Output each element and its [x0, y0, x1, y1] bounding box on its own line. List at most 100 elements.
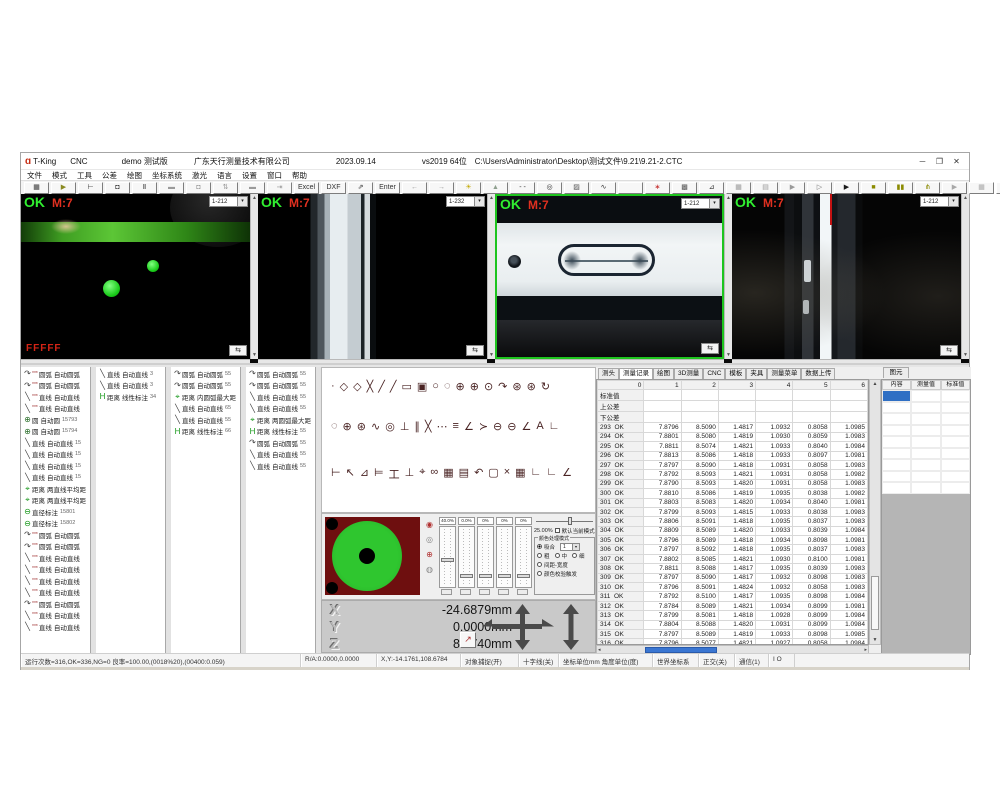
measure-tool-icon[interactable]: × [504, 466, 510, 482]
camera-image-1[interactable]: OKM:71-212▾⇆FFFFF [21, 194, 250, 359]
measure-tool-icon[interactable]: ◇ [340, 380, 348, 393]
chevron-down-icon[interactable]: ▾ [237, 197, 247, 206]
fit-view-icon[interactable]: ⇆ [229, 345, 247, 356]
folder-run-button[interactable]: ▶ [780, 182, 805, 194]
table-row[interactable]: 296 OK7.88138.50861.48181.09330.80971.09… [598, 451, 868, 460]
save-run-button[interactable]: ▦ [726, 182, 751, 194]
measure-tool-icon[interactable]: ⊛ [512, 380, 521, 393]
table-row[interactable]: 293 OK7.87968.50901.48171.09320.80581.09… [598, 423, 868, 432]
element-list-item[interactable]: ╲***直线自动直线 [21, 391, 90, 403]
element-list-item[interactable]: ↷圆弧自动圆弧55 [246, 380, 315, 392]
table-row[interactable]: 298 OK7.87928.50931.48211.09310.80581.09… [598, 470, 868, 479]
export-button[interactable]: ⇗ [348, 182, 373, 194]
measure-tool-icon[interactable]: ⊥ [405, 466, 415, 482]
measure-tool-icon[interactable]: ▣ [417, 380, 427, 393]
element-list-item[interactable]: ⊖直径标注15802 [21, 518, 90, 530]
column-header[interactable]: 2 [681, 381, 718, 390]
table-row[interactable]: 314 OK7.88048.50881.48201.09310.80991.09… [598, 620, 868, 629]
edge-tool-button[interactable]: Ⅱ [132, 182, 157, 194]
element-table-row[interactable] [882, 413, 970, 425]
menu-item-模式[interactable]: 模式 [52, 170, 67, 181]
radio-icon[interactable] [537, 571, 542, 576]
camera-view-3[interactable]: OKM:71-212▾⇆ ▲▼ [495, 194, 732, 363]
tab-夹具[interactable]: 夹具 [746, 368, 767, 379]
tool-gray4-button[interactable]: ▬ [240, 182, 265, 194]
xy-jog-arrows-icon[interactable] [482, 604, 554, 650]
element-list-item[interactable]: ↷圆弧自动圆弧55 [246, 437, 315, 449]
dxf-button[interactable]: DXF [321, 182, 346, 194]
default-mode-checkbox[interactable] [555, 528, 560, 533]
element-list-item[interactable]: ⌖距离两圆弧最大距 [246, 414, 315, 426]
element-list-item[interactable]: ⊖直径标注15801 [21, 506, 90, 518]
menu-item-设置[interactable]: 设置 [242, 170, 257, 181]
camera-image-4[interactable]: OKM:71-212▾⇆ [732, 194, 961, 359]
column-header[interactable]: 6 [830, 381, 867, 390]
minimize-button[interactable]: ─ [914, 157, 931, 166]
element-list-item[interactable]: ╲直线自动直线15 [21, 472, 90, 484]
element-list-item[interactable]: ╲直线自动直线55 [246, 449, 315, 461]
element-list-item[interactable]: ╲直线自动直线15 [21, 437, 90, 449]
scene-button[interactable]: ▲ [483, 182, 508, 194]
light-channel-slider[interactable]: 0% [496, 517, 513, 595]
measure-tool-icon[interactable]: ∿ [371, 420, 380, 433]
table-row[interactable]: 297 OK7.87978.50901.48181.09310.80581.09… [598, 460, 868, 469]
element-list-item[interactable]: ╲直线自动直线55 [246, 403, 315, 415]
measure-tool-icon[interactable]: ⊖ [493, 420, 502, 433]
element-table-row[interactable] [882, 425, 970, 437]
measure-tool-icon[interactable]: ▤ [459, 466, 469, 482]
laser-star-button[interactable]: ∗ [645, 182, 670, 194]
table-row[interactable]: 313 OK7.87998.50811.48181.09280.80991.09… [598, 611, 868, 620]
tool-gray5-button[interactable]: ⇥ [267, 182, 292, 194]
measure-tool-icon[interactable]: ↻ [541, 380, 550, 393]
element-table-row[interactable] [882, 390, 970, 402]
column-header[interactable]: 1 [644, 381, 681, 390]
menu-item-帮助[interactable]: 帮助 [292, 170, 307, 181]
element-list-item[interactable]: ⌖距离两直线平均距 [21, 495, 90, 507]
element-list-item[interactable]: ╲***直线自动直线 [21, 552, 90, 564]
tab-测量记录[interactable]: 测量记录 [619, 368, 653, 379]
slider-thumb[interactable] [460, 574, 473, 578]
element-list-item[interactable]: ╲直线自动直线55 [246, 391, 315, 403]
element-list-item[interactable]: ╲***直线自动直线 [21, 403, 90, 415]
table-row[interactable]: 306 OK7.87978.50921.48181.09350.80371.09… [598, 545, 868, 554]
element-list-item[interactable]: ╲直线自动直线55 [171, 414, 240, 426]
measure-tool-icon[interactable]: ◌ [444, 380, 451, 393]
tool-gray1-button[interactable]: ▬ [159, 182, 184, 194]
light-channel-slider[interactable]: 0% [515, 517, 532, 595]
element-list-item[interactable]: H距离线性标注66 [171, 426, 240, 438]
menu-item-文件[interactable]: 文件 [27, 170, 42, 181]
light-channel-slider[interactable]: 40.0% [439, 517, 456, 595]
tab-绘图[interactable]: 绘图 [653, 368, 674, 379]
side-light-icon[interactable]: ◍ [426, 565, 433, 574]
measure-tool-icon[interactable]: ≻ [479, 420, 488, 433]
tolerance-row[interactable]: 下公差 [598, 412, 868, 423]
scroll-down-icon[interactable]: ▼ [873, 637, 878, 643]
hatch-button[interactable]: ▨ [564, 182, 589, 194]
record-vscrollbar[interactable]: ▲ ▼ [869, 379, 881, 645]
measure-tool-icon[interactable]: ∟ [549, 420, 560, 433]
element-list-item[interactable]: ↷***圆弧自动圆弧 [21, 380, 90, 392]
menu-item-工具[interactable]: 工具 [77, 170, 92, 181]
ring-light-indicator[interactable] [325, 517, 420, 595]
tab-模板[interactable]: 模板 [725, 368, 746, 379]
column-header[interactable]: 4 [756, 381, 793, 390]
tab-element[interactable]: 图元 [883, 367, 909, 378]
measure-tool-icon[interactable]: ↖ [346, 466, 355, 482]
arrow-left-button[interactable]: ← [402, 182, 427, 194]
camera-select-combo[interactable]: 1-212▾ [920, 196, 959, 207]
column-header[interactable]: 测量值 [911, 380, 940, 390]
chevron-down-icon[interactable]: ▾ [474, 197, 484, 206]
arrow-right-button[interactable]: → [429, 182, 454, 194]
element-table-row[interactable] [882, 459, 970, 471]
fit-view-icon[interactable]: ⇆ [940, 345, 958, 356]
radio-icon[interactable] [537, 562, 542, 567]
light-channel-slider[interactable]: 0% [477, 517, 494, 595]
column-header[interactable]: 内容 [882, 380, 911, 390]
slider-thumb[interactable] [441, 558, 454, 562]
polar-jump-button[interactable]: ↗ [460, 632, 476, 648]
tolerance-row[interactable]: 上公差 [598, 401, 868, 412]
slider-thumb[interactable] [498, 574, 511, 578]
pause-button[interactable]: ▮▮ [888, 182, 913, 194]
slider-thumb[interactable] [479, 574, 492, 578]
element-list-item[interactable]: H距离线性标注55 [246, 426, 315, 438]
